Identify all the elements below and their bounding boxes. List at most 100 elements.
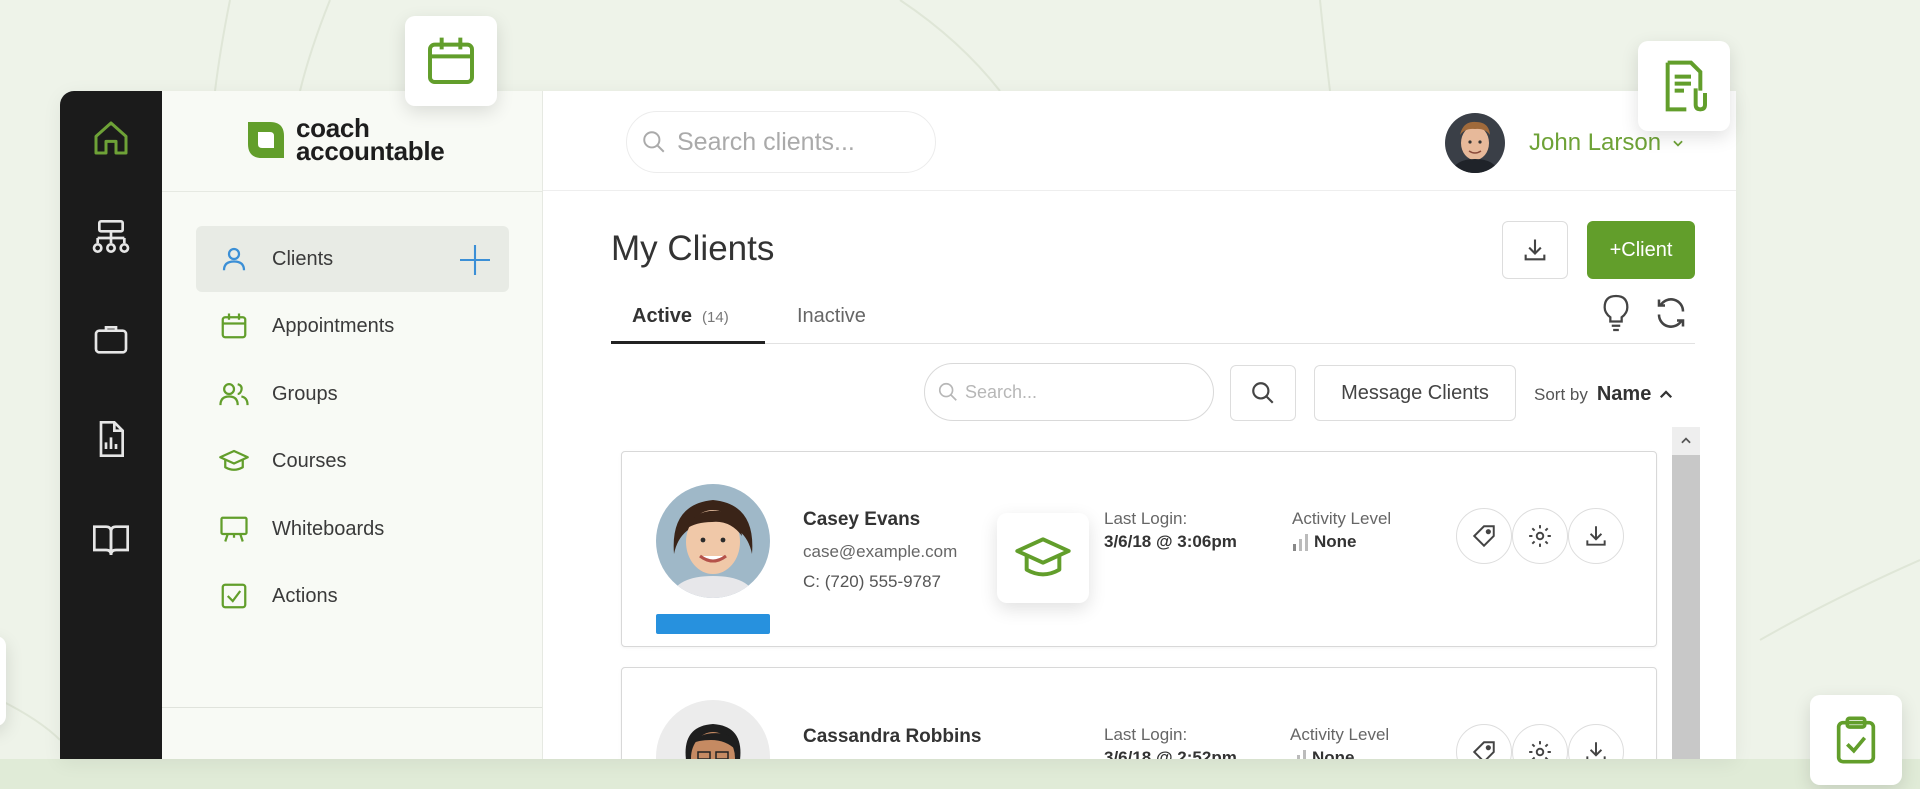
- main-content: My Clients +Client Active (14) Inactive S…: [543, 191, 1736, 759]
- floating-calendar-tile: [405, 16, 497, 106]
- chevron-up-icon: [1679, 434, 1693, 448]
- activity-level: None: [1292, 532, 1357, 552]
- side-panel: coach accountable Clients Appointments G…: [162, 91, 543, 759]
- users-icon: [216, 379, 252, 409]
- activity-level: None: [1290, 748, 1355, 759]
- gear-icon: [1527, 523, 1553, 549]
- sidebar-item-groups[interactable]: Groups: [196, 361, 509, 427]
- message-clients-button[interactable]: Message Clients: [1314, 365, 1516, 421]
- leaf-logo-icon: [248, 122, 284, 158]
- client-name[interactable]: Casey Evans: [803, 509, 920, 531]
- client-download-button[interactable]: [1568, 724, 1624, 759]
- signal-bars-icon: [1290, 748, 1308, 759]
- graduation-cap-icon: [1013, 530, 1073, 586]
- user-icon: [216, 244, 252, 274]
- sidebar-item-clients[interactable]: Clients: [196, 226, 509, 292]
- client-search-input[interactable]: Search clients...: [626, 111, 936, 173]
- brand-logo[interactable]: coach accountable: [244, 115, 445, 166]
- search-icon: [641, 129, 667, 155]
- tabs-divider: [611, 343, 1695, 344]
- sidebar-item-appointments[interactable]: Appointments: [196, 293, 509, 359]
- calendar-icon: [216, 311, 252, 341]
- last-login-label: Last Login:: [1104, 725, 1188, 744]
- checkbox-icon: [216, 581, 252, 611]
- client-status-bar: [656, 614, 770, 634]
- sidebar-item-actions[interactable]: Actions: [196, 563, 509, 629]
- divider: [162, 707, 542, 708]
- chevron-up-icon: [1657, 386, 1675, 404]
- user-name: John Larson: [1529, 129, 1662, 156]
- activity-level-value: None: [1312, 748, 1355, 759]
- client-settings-button[interactable]: [1512, 724, 1568, 759]
- sidebar-item-label: Appointments: [272, 314, 395, 337]
- graduation-cap-icon: [216, 446, 252, 476]
- download-icon: [1583, 739, 1609, 759]
- scrollbar-thumb[interactable]: [1672, 455, 1700, 759]
- divider: [162, 191, 542, 192]
- app-window: coach accountable Clients Appointments G…: [60, 91, 1736, 759]
- tab-count: (14): [702, 309, 729, 326]
- client-phone: C: (720) 555-9787: [803, 572, 941, 591]
- client-list-search-input[interactable]: Search...: [924, 363, 1214, 421]
- sort-control[interactable]: Sort by Name: [1534, 383, 1675, 406]
- org-chart-icon[interactable]: [89, 216, 133, 260]
- page-title: My Clients: [611, 229, 775, 268]
- sort-value: Name: [1596, 383, 1652, 405]
- download-icon: [1583, 523, 1609, 549]
- activity-level-label: Activity Level: [1292, 509, 1392, 528]
- search-icon: [937, 381, 959, 403]
- client-card[interactable]: Casey Evans case@example.com C: (720) 55…: [621, 451, 1657, 647]
- last-login-value: 3/6/18 @ 2:52pm: [1104, 748, 1237, 759]
- add-client-icon[interactable]: [457, 242, 493, 283]
- floating-course-tile: [997, 513, 1089, 603]
- activity-level-value: None: [1314, 532, 1357, 551]
- briefcase-icon[interactable]: [89, 317, 133, 361]
- document-attachment-icon: [1656, 58, 1712, 114]
- chevron-down-icon: [1671, 136, 1685, 150]
- activity-level-label: Activity Level: [1290, 725, 1390, 744]
- clipboard-check-icon: [1830, 712, 1882, 768]
- add-client-button[interactable]: +Client: [1587, 221, 1695, 279]
- icon-bar: [60, 91, 162, 759]
- sidebar-item-courses[interactable]: Courses: [196, 428, 509, 494]
- tag-button[interactable]: [1456, 724, 1512, 759]
- search-placeholder: Search clients...: [677, 127, 855, 156]
- client-download-button[interactable]: [1568, 508, 1624, 564]
- search-button[interactable]: [1230, 365, 1296, 421]
- tag-button[interactable]: [1456, 508, 1512, 564]
- client-card[interactable]: Cassandra Robbins Last Login: 3/6/18 @ 2…: [621, 667, 1657, 759]
- tag-icon: [1471, 739, 1497, 759]
- client-email[interactable]: case@example.com: [803, 542, 957, 562]
- signal-bars-icon: [1292, 532, 1310, 552]
- sidebar-item-label: Clients: [272, 247, 334, 270]
- search-icon: [1250, 380, 1276, 406]
- user-avatar: [1445, 113, 1505, 173]
- tag-icon: [1471, 523, 1497, 549]
- sidebar-item-label: Actions: [272, 584, 338, 607]
- report-icon[interactable]: [89, 417, 133, 461]
- home-icon[interactable]: [89, 116, 133, 160]
- calendar-icon: [423, 33, 479, 89]
- client-name[interactable]: Cassandra Robbins: [803, 726, 981, 748]
- export-button[interactable]: [1502, 221, 1568, 279]
- brand-line-2: accountable: [296, 136, 445, 166]
- floating-tile-partial: [0, 636, 6, 726]
- whiteboard-icon: [216, 514, 252, 544]
- sidebar-item-label: Whiteboards: [272, 517, 385, 540]
- client-settings-button[interactable]: [1512, 508, 1568, 564]
- last-login-label: Last Login:: [1104, 509, 1188, 528]
- tab-inactive[interactable]: Inactive: [797, 305, 866, 328]
- active-tab-indicator: [611, 341, 765, 344]
- brand-name: coach accountable: [296, 115, 445, 166]
- tab-label: Active: [632, 305, 693, 327]
- sidebar-item-label: Courses: [272, 449, 347, 472]
- lightbulb-icon[interactable]: [1599, 293, 1633, 338]
- refresh-icon[interactable]: [1653, 295, 1689, 336]
- tab-active[interactable]: Active (14): [632, 305, 729, 328]
- scroll-up-button[interactable]: [1672, 427, 1700, 455]
- book-icon[interactable]: [89, 518, 133, 562]
- sidebar-item-whiteboards[interactable]: Whiteboards: [196, 496, 509, 562]
- floating-clipboard-tile: [1810, 695, 1902, 785]
- sidebar-item-label: Groups: [272, 382, 338, 405]
- last-login-value: 3/6/18 @ 3:06pm: [1104, 532, 1237, 551]
